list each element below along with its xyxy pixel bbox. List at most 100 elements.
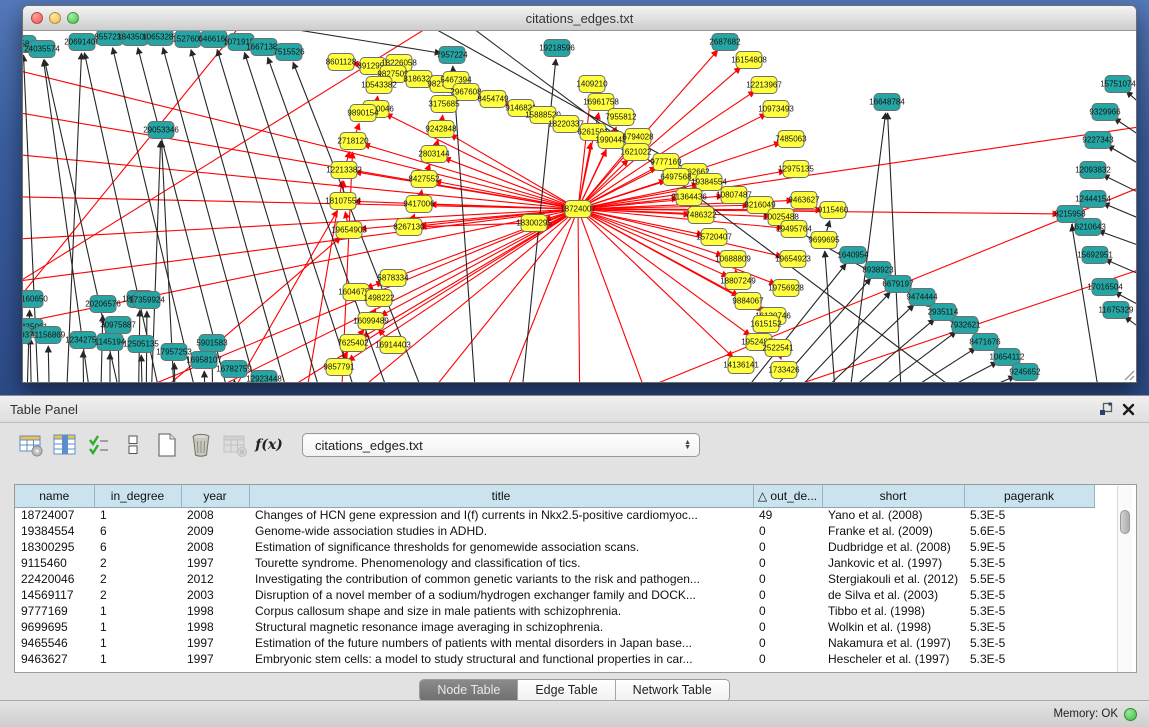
- graph-node-label: 1409210: [576, 80, 608, 89]
- graph-node-label: 7955812: [605, 113, 637, 122]
- graph-node-label: 9242848: [425, 125, 457, 134]
- graph-node-label: 12975135: [778, 165, 814, 174]
- graph-edge: [204, 371, 206, 382]
- function-builder-icon[interactable]: f(x): [254, 430, 284, 460]
- graph-node-label: 1498222: [363, 294, 395, 303]
- graph-node-label: 2935114: [928, 308, 959, 317]
- cytoscape-desktop: citations_edges.txt 11258442403557420691…: [0, 0, 1149, 395]
- graph-node-label: 19654923: [775, 255, 811, 264]
- table-cell: Hescheler et al. (1997): [822, 651, 964, 667]
- table-cell: 0: [753, 523, 822, 539]
- table-vertical-scrollbar[interactable]: [1117, 486, 1132, 672]
- table-cell: 5.3E-5: [964, 619, 1094, 635]
- table-cell: 1997: [181, 555, 249, 571]
- column-header-year[interactable]: year: [181, 485, 249, 507]
- table-cell: 5.3E-5: [964, 651, 1094, 667]
- column-header-title[interactable]: title: [249, 485, 753, 507]
- table-cell: 1997: [181, 651, 249, 667]
- table-row[interactable]: 977716911998Corpus callosum shape and si…: [15, 603, 1094, 619]
- graph-node-label: 2803144: [418, 150, 450, 159]
- table-selector-dropdown[interactable]: citations_edges.txt ▲▼: [302, 433, 700, 457]
- scrollbar-thumb[interactable]: [1120, 510, 1130, 534]
- graph-edge: [444, 158, 578, 209]
- column-header-pagerank[interactable]: pagerank: [964, 485, 1094, 507]
- select-columns-icon[interactable]: [50, 430, 80, 460]
- graph-node-label: 19384554: [691, 178, 727, 187]
- graph-edge: [300, 181, 342, 382]
- table-row[interactable]: 946362711997Embryonic stem cells: a mode…: [15, 651, 1094, 667]
- graph-edge: [191, 50, 298, 382]
- table-cell: 9463627: [15, 651, 94, 667]
- table-cell: 5.9E-5: [964, 539, 1094, 555]
- table-cell: 9777169: [15, 603, 94, 619]
- graph-node-label: 12213382: [326, 166, 362, 175]
- table-cell: Jankovic et al. (1997): [822, 555, 964, 571]
- network-canvas[interactable]: 1125844240355742069140685572311843504510…: [23, 31, 1136, 382]
- table-panel: Table Panel f(x) ci: [0, 395, 1149, 727]
- table-row[interactable]: 2242004622012Investigating the contribut…: [15, 571, 1094, 587]
- graph-node-label: 9699695: [808, 236, 840, 245]
- graph-node-label: 29053346: [143, 126, 179, 135]
- table-cell: 1: [94, 507, 181, 523]
- graph-edge: [23, 61, 578, 209]
- graph-node-label: 10654112: [990, 353, 1026, 362]
- column-header-in-degree[interactable]: in_degree: [94, 485, 181, 507]
- graph-node-label: 9417006: [403, 200, 435, 209]
- column-header-out-degree[interactable]: △ out_de...: [753, 485, 822, 507]
- table-cell: Corpus callosum shape and size in male p…: [249, 603, 753, 619]
- graph-node-label: 15720407: [696, 233, 732, 242]
- graph-node-label: 8215958: [1054, 210, 1086, 219]
- graph-edge: [886, 376, 1015, 382]
- graph-node-label: 10688809: [715, 255, 751, 264]
- close-panel-icon[interactable]: [1117, 400, 1139, 418]
- table-cell: Changes of HCN gene expression and I(f) …: [249, 507, 753, 523]
- table-row[interactable]: 1872400712008Changes of HCN gene express…: [15, 507, 1094, 523]
- graph-node-label: 2522541: [762, 344, 794, 353]
- modify-table-icon[interactable]: [16, 430, 46, 460]
- graph-edge: [578, 209, 580, 382]
- tab-node-table[interactable]: Node Table: [420, 680, 518, 701]
- node-table: namein_degreeyeartitle△ out_de...shortpa…: [14, 484, 1137, 673]
- table-cell: 1: [94, 619, 181, 635]
- table-cell: 5.5E-5: [964, 571, 1094, 587]
- graph-node-label: 16648784: [869, 98, 905, 107]
- graph-node-label: 1615152: [750, 320, 782, 329]
- delete-table-icon[interactable]: [186, 430, 216, 460]
- graph-node-label: 18807249: [720, 277, 756, 286]
- table-cell: 5.3E-5: [964, 555, 1094, 571]
- table-row[interactable]: 911546021997Tourette syndrome. Phenomeno…: [15, 555, 1094, 571]
- tab-network-table[interactable]: Network Table: [616, 680, 729, 701]
- column-header-name[interactable]: name: [15, 485, 94, 507]
- network-window-titlebar[interactable]: citations_edges.txt: [23, 6, 1136, 31]
- table-tabs: Node TableEdge TableNetwork Table: [419, 679, 729, 702]
- table-cell: Tibbo et al. (1998): [822, 603, 964, 619]
- table-row[interactable]: 1830029562008Estimation of significance …: [15, 539, 1094, 555]
- graph-edge: [1103, 203, 1136, 227]
- float-panel-icon[interactable]: [1095, 400, 1117, 418]
- delete-column-icon[interactable]: [220, 430, 250, 460]
- table-row[interactable]: 946554611997Estimation of the future num…: [15, 635, 1094, 651]
- table-row[interactable]: 1938455462009Genome-wide association stu…: [15, 523, 1094, 539]
- column-header-short[interactable]: short: [822, 485, 964, 507]
- graph-node-label: 17359924: [129, 296, 165, 305]
- graph-node-label: 10973493: [758, 105, 794, 114]
- graph-edge: [1126, 91, 1136, 121]
- table-cell: Genome-wide association studies in ADHD.: [249, 523, 753, 539]
- table-row[interactable]: 969969511998Structural magnetic resonanc…: [15, 619, 1094, 635]
- graph-node-label: 16961758: [583, 98, 619, 107]
- table-cell: 0: [753, 603, 822, 619]
- table-cell: Yano et al. (2008): [822, 507, 964, 523]
- row-height-icon[interactable]: [118, 430, 148, 460]
- table-cell: Dudbridge et al. (2008): [822, 539, 964, 555]
- graph-node-label: 9227343: [1082, 136, 1114, 145]
- table-cell: 0: [753, 539, 822, 555]
- column-checklist-icon[interactable]: [84, 430, 114, 460]
- graph-node-label: 16154808: [731, 56, 767, 65]
- graph-edge: [23, 196, 578, 209]
- resize-grip[interactable]: [1121, 367, 1135, 381]
- graph-node-label: 1621022: [620, 148, 652, 157]
- tab-edge-table[interactable]: Edge Table: [518, 680, 615, 701]
- table-row[interactable]: 1456911722003Disruption of a novel membe…: [15, 587, 1094, 603]
- graph-node-label: 15692951: [1077, 251, 1113, 260]
- new-table-icon[interactable]: [152, 430, 182, 460]
